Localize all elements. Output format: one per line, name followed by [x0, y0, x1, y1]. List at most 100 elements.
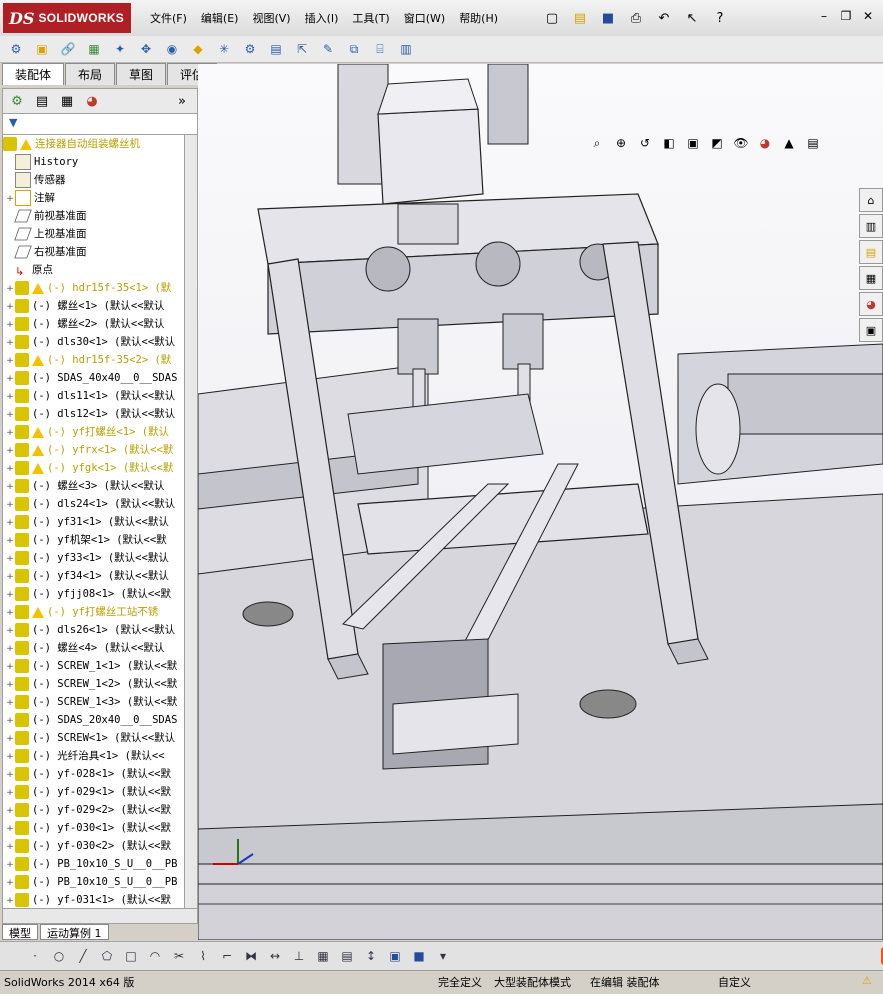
- rebuild-icon[interactable]: ⚠: [862, 974, 872, 987]
- apply-scene-icon[interactable]: ▲: [780, 134, 798, 152]
- tree-item[interactable]: + (-) 螺丝<3> (默认<<默认: [3, 477, 185, 495]
- insert-component-icon[interactable]: ▣: [32, 39, 52, 59]
- menu-insert[interactable]: 插入(I): [305, 10, 339, 26]
- tree-item[interactable]: + (-) dls11<1> (默认<<默认: [3, 387, 185, 405]
- expand-icon[interactable]: +: [5, 784, 15, 801]
- sketch-grid-icon[interactable]: ▦: [314, 947, 332, 965]
- tab-model[interactable]: 模型: [2, 924, 38, 940]
- expand-icon[interactable]: +: [5, 568, 15, 585]
- expand-icon[interactable]: +: [5, 874, 15, 891]
- expand-icon[interactable]: +: [5, 478, 15, 495]
- open-folder-icon[interactable]: ▤: [568, 6, 592, 30]
- expand-icon[interactable]: +: [5, 766, 15, 783]
- assembly-features-icon[interactable]: ◆: [188, 39, 208, 59]
- tree-item[interactable]: + (-) dls30<1> (默认<<默认: [3, 333, 185, 351]
- tree-item[interactable]: + (-) 螺丝<4> (默认<<默认: [3, 639, 185, 657]
- expand-icon[interactable]: +: [5, 190, 15, 207]
- line-icon[interactable]: ╱: [74, 947, 92, 965]
- expand-icon[interactable]: +: [5, 694, 15, 711]
- section-view-icon[interactable]: ◧: [660, 134, 678, 152]
- explode-line-sketch-icon[interactable]: ✎: [318, 39, 338, 59]
- show-hidden-icon[interactable]: ◉: [162, 39, 182, 59]
- zoom-area-icon[interactable]: ⊕: [612, 134, 630, 152]
- expand-panel-icon[interactable]: »: [171, 91, 193, 111]
- interference-detection-icon[interactable]: ⧉: [344, 39, 364, 59]
- tree-item[interactable]: + (-) yf-030<1> (默认<<默: [3, 819, 185, 837]
- tree-item[interactable]: + (-) 螺丝<2> (默认<<默认: [3, 315, 185, 333]
- expand-icon[interactable]: +: [5, 370, 15, 387]
- expand-icon[interactable]: +: [5, 820, 15, 837]
- tree-item[interactable]: + (-) SCREW_1<3> (默认<<默: [3, 693, 185, 711]
- tab-layout[interactable]: 布局: [65, 63, 116, 85]
- tab-sketch[interactable]: 草图: [116, 63, 167, 85]
- undo-icon[interactable]: ↶: [652, 6, 676, 30]
- featuremanager-icon[interactable]: ⚙: [6, 91, 28, 111]
- expand-icon[interactable]: +: [5, 856, 15, 873]
- move-component-icon[interactable]: ✥: [136, 39, 156, 59]
- tree-item[interactable]: + (-) yfgk<1> (默认<<默: [3, 459, 185, 477]
- solidworks-logo[interactable]: DS SOLIDWORKS: [3, 3, 131, 33]
- tree-item[interactable]: 传感器: [3, 171, 185, 189]
- tab-assembly[interactable]: 装配体: [2, 63, 65, 85]
- tree-filter[interactable]: ▼: [2, 113, 198, 135]
- expand-icon[interactable]: +: [5, 748, 15, 765]
- tree-item[interactable]: + (-) yf-030<2> (默认<<默: [3, 837, 185, 855]
- custom-properties-icon[interactable]: ▣: [859, 318, 883, 342]
- tree-item[interactable]: 前视基准面: [3, 207, 185, 225]
- tree-item[interactable]: + (-) yf机架<1> (默认<<默: [3, 531, 185, 549]
- file-explorer-icon[interactable]: ▤: [859, 240, 883, 264]
- expand-icon[interactable]: +: [5, 298, 15, 315]
- bill-of-materials-icon[interactable]: ▤: [266, 39, 286, 59]
- save-icon[interactable]: ■: [596, 6, 620, 30]
- tree-item[interactable]: + (-) yf打螺丝工站不锈: [3, 603, 185, 621]
- menu-window[interactable]: 窗口(W): [404, 10, 445, 26]
- tree-item[interactable]: + (-) hdr15f-35<1> (默: [3, 279, 185, 297]
- tree-item[interactable]: + (-) SCREW_1<2> (默认<<默: [3, 675, 185, 693]
- menu-help[interactable]: 帮助(H): [459, 10, 498, 26]
- zoom-to-fit-icon[interactable]: ⌕: [588, 134, 606, 152]
- linear-pattern-icon[interactable]: ▦: [84, 39, 104, 59]
- expand-icon[interactable]: +: [5, 460, 15, 477]
- expand-icon[interactable]: +: [5, 352, 15, 369]
- tree-item[interactable]: + (-) SDAS_20x40__0__SDAS: [3, 711, 185, 729]
- expand-icon[interactable]: +: [5, 658, 15, 675]
- expand-icon[interactable]: +: [5, 604, 15, 621]
- expand-icon[interactable]: +: [5, 622, 15, 639]
- solidworks-resources-icon[interactable]: ⌂: [859, 188, 883, 212]
- circle-icon[interactable]: ○: [50, 947, 68, 965]
- hide-show-items-icon[interactable]: 👁: [732, 134, 750, 152]
- 3d-box-icon[interactable]: ▣: [386, 947, 404, 965]
- expand-icon[interactable]: +: [5, 712, 15, 729]
- tree-item[interactable]: + (-) SCREW<1> (默认<<默认: [3, 729, 185, 747]
- expand-icon[interactable]: +: [5, 640, 15, 657]
- previous-view-icon[interactable]: ↺: [636, 134, 654, 152]
- minimize-icon[interactable]: –: [815, 8, 833, 24]
- help-icon[interactable]: ?: [708, 6, 732, 30]
- expand-icon[interactable]: +: [5, 514, 15, 531]
- edit-appearance-icon[interactable]: ◕: [756, 134, 774, 152]
- tree-item[interactable]: History: [3, 153, 185, 171]
- menu-tools[interactable]: 工具(T): [352, 10, 389, 26]
- propertymanager-icon[interactable]: ▤: [31, 91, 53, 111]
- mirror-icon[interactable]: ⧓: [242, 947, 260, 965]
- table-icon[interactable]: ▤: [338, 947, 356, 965]
- tree-item[interactable]: 右视基准面: [3, 243, 185, 261]
- expand-icon[interactable]: +: [5, 406, 15, 423]
- tree-item[interactable]: + (-) SCREW_1<1> (默认<<默: [3, 657, 185, 675]
- tree-item[interactable]: + (-) 螺丝<1> (默认<<默认: [3, 297, 185, 315]
- edit-component-icon[interactable]: ⚙: [6, 39, 26, 59]
- close-icon[interactable]: ✕: [859, 8, 877, 24]
- expand-icon[interactable]: +: [5, 316, 15, 333]
- display-style-icon[interactable]: ◩: [708, 134, 726, 152]
- expand-icon[interactable]: +: [5, 280, 15, 297]
- expand-icon[interactable]: +: [5, 892, 15, 909]
- design-library-icon[interactable]: ▥: [859, 214, 883, 238]
- offset-icon[interactable]: ⌇: [194, 947, 212, 965]
- tree-item[interactable]: ↳ 原点: [3, 261, 185, 279]
- trim-icon[interactable]: ✂: [170, 947, 188, 965]
- move-entity-icon[interactable]: ↕: [362, 947, 380, 965]
- reference-geometry-icon[interactable]: ✳: [214, 39, 234, 59]
- tree-root[interactable]: 连接器自动组装螺丝机: [3, 135, 185, 153]
- exploded-view-icon[interactable]: ⇱: [292, 39, 312, 59]
- expand-icon[interactable]: +: [5, 676, 15, 693]
